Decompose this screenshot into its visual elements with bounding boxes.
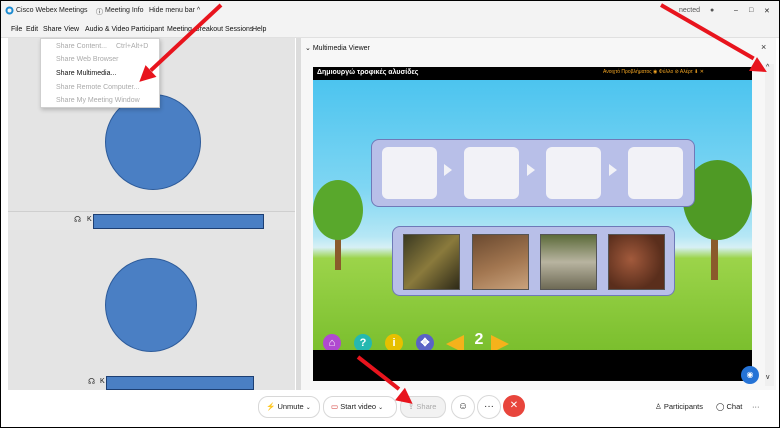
participant-initial: K [100, 378, 105, 385]
viewer-scrollbar[interactable]: ^ v [765, 64, 774, 386]
leave-meeting-button[interactable]: ✕ [503, 395, 525, 417]
scroll-down-icon[interactable]: v [766, 374, 770, 381]
chat-button[interactable]: ◯ Chat [713, 396, 749, 418]
close-window-button[interactable]: ✕ [764, 7, 770, 15]
avatar [105, 258, 197, 352]
home-button[interactable]: ⌂ [323, 334, 341, 350]
menu-file[interactable]: File [11, 26, 22, 33]
next-page-button[interactable] [491, 335, 509, 350]
menu-share-web-browser[interactable]: Share Web Browser [56, 56, 119, 63]
mouse-card[interactable] [472, 234, 529, 290]
drop-slot-2[interactable] [464, 147, 519, 199]
menu-view[interactable]: View [64, 26, 79, 33]
food-chain-game: ⌂ ? i ✥ 2 [313, 80, 752, 350]
prev-page-button[interactable] [446, 335, 464, 350]
more-options-button[interactable]: ··· [477, 395, 501, 419]
info-button[interactable]: i [385, 334, 403, 350]
mic-icon: ☊ [88, 377, 96, 386]
participant-name-redaction [106, 376, 254, 390]
participants-button[interactable]: ♙ Participants [652, 396, 712, 418]
share-label: Share [416, 402, 437, 411]
restore-button[interactable]: □ [749, 7, 753, 14]
tree-left [313, 180, 363, 240]
share-content-shortcut: Ctrl+Alt+D [116, 43, 149, 50]
menu-bar: File Edit Share View Audio & Video Parti… [1, 23, 779, 38]
game-title: Δημιουργώ τροφικές αλυσίδες [317, 69, 419, 76]
menu-share-content[interactable]: Share Content... [56, 43, 107, 50]
close-icon: ✕ [509, 400, 519, 411]
arrow-right-icon [609, 164, 617, 176]
menu-share-multimedia[interactable]: Share Multimedia... [56, 70, 116, 77]
animal-cards [392, 226, 675, 296]
food-chain-slots [371, 139, 695, 207]
page-number: 2 [474, 331, 484, 348]
game-header-links[interactable]: Ανοιχτό Προβλήματος ◉ Φύλλο ⊘ Αλέρτ ⬇ ✕ [603, 69, 704, 75]
move-button[interactable]: ✥ [416, 334, 434, 350]
multimedia-viewer-title: ⌄ Multimedia Viewer [305, 44, 370, 52]
reactions-button[interactable]: ☺ [451, 395, 475, 419]
menu-breakout-sessions[interactable]: Breakout Sessions [195, 26, 253, 33]
video-off-icon: ▭ [331, 402, 339, 411]
menu-audio-video[interactable]: Audio & Video [85, 26, 129, 33]
arrow-right-icon [527, 164, 535, 176]
owl-card[interactable] [540, 234, 597, 290]
multimedia-viewer-label: Multimedia Viewer [312, 45, 370, 52]
more-menu-button[interactable]: ··· [751, 396, 769, 418]
smiley-icon: ☺ [457, 401, 469, 412]
mic-muted-icon: ⚡ [266, 402, 276, 411]
connection-status: nected [679, 7, 701, 14]
minimize-button[interactable]: – [734, 7, 738, 14]
participants-icon: ♙ [655, 402, 662, 411]
chevron-down-icon: ⌄ [378, 405, 384, 411]
hide-menu-bar-button[interactable]: Hide menu bar ^ [149, 7, 200, 14]
hide-menu-bar-label: Hide menu bar [149, 7, 195, 14]
start-video-label: Start video [340, 402, 377, 411]
drop-slot-3[interactable] [546, 147, 601, 199]
unmute-button[interactable]: ⚡ Unmute ⌄ [258, 396, 320, 418]
info-icon: ⓘ [96, 9, 103, 16]
menu-share[interactable]: Share [43, 26, 62, 33]
snake-card[interactable] [403, 234, 460, 290]
webex-logo-icon [5, 6, 14, 17]
status-dot-icon: ● [710, 7, 715, 14]
chevron-down-icon: ⌄ [305, 405, 311, 411]
menu-help[interactable]: Help [252, 26, 266, 33]
chevron-down-icon[interactable]: ⌄ [305, 45, 311, 52]
meeting-info-button[interactable]: Meeting Info [105, 7, 144, 14]
menu-share-meeting-window[interactable]: Share My Meeting Window [56, 97, 140, 104]
share-status-icon[interactable]: ◉ [741, 366, 759, 384]
participant-initial: K [87, 216, 92, 223]
menu-participant[interactable]: Participant [131, 26, 164, 33]
participants-label: Participants [663, 402, 704, 411]
chat-label: Chat [726, 402, 743, 411]
participant-tile: ☊ K [8, 230, 295, 390]
avatar [105, 94, 201, 190]
menu-edit[interactable]: Edit [26, 26, 38, 33]
close-viewer-button[interactable]: × [761, 42, 766, 52]
drop-slot-1[interactable] [382, 147, 437, 199]
chevron-up-icon: ^ [196, 7, 201, 14]
chat-icon: ◯ [716, 402, 725, 411]
drop-slot-4[interactable] [628, 147, 683, 199]
menu-share-remote-computer[interactable]: Share Remote Computer... [56, 84, 139, 91]
app-title: Cisco Webex Meetings [16, 7, 88, 14]
help-button[interactable]: ? [354, 334, 372, 350]
mic-icon: ☊ [74, 215, 82, 224]
acorns-card[interactable] [608, 234, 665, 290]
unmute-label: Unmute [277, 402, 304, 411]
arrow-right-icon [444, 164, 452, 176]
participant-name-redaction [93, 214, 264, 229]
start-video-button[interactable]: ▭ Start video ⌄ [323, 396, 397, 418]
shared-content-stage: Δημιουργώ τροφικές αλυσίδες Ανοιχτό Προβ… [313, 67, 752, 381]
meeting-controls: ⚡ Unmute ⌄ ▭ Start video ⌄ ⇪ Share ☺ ···… [1, 390, 779, 426]
